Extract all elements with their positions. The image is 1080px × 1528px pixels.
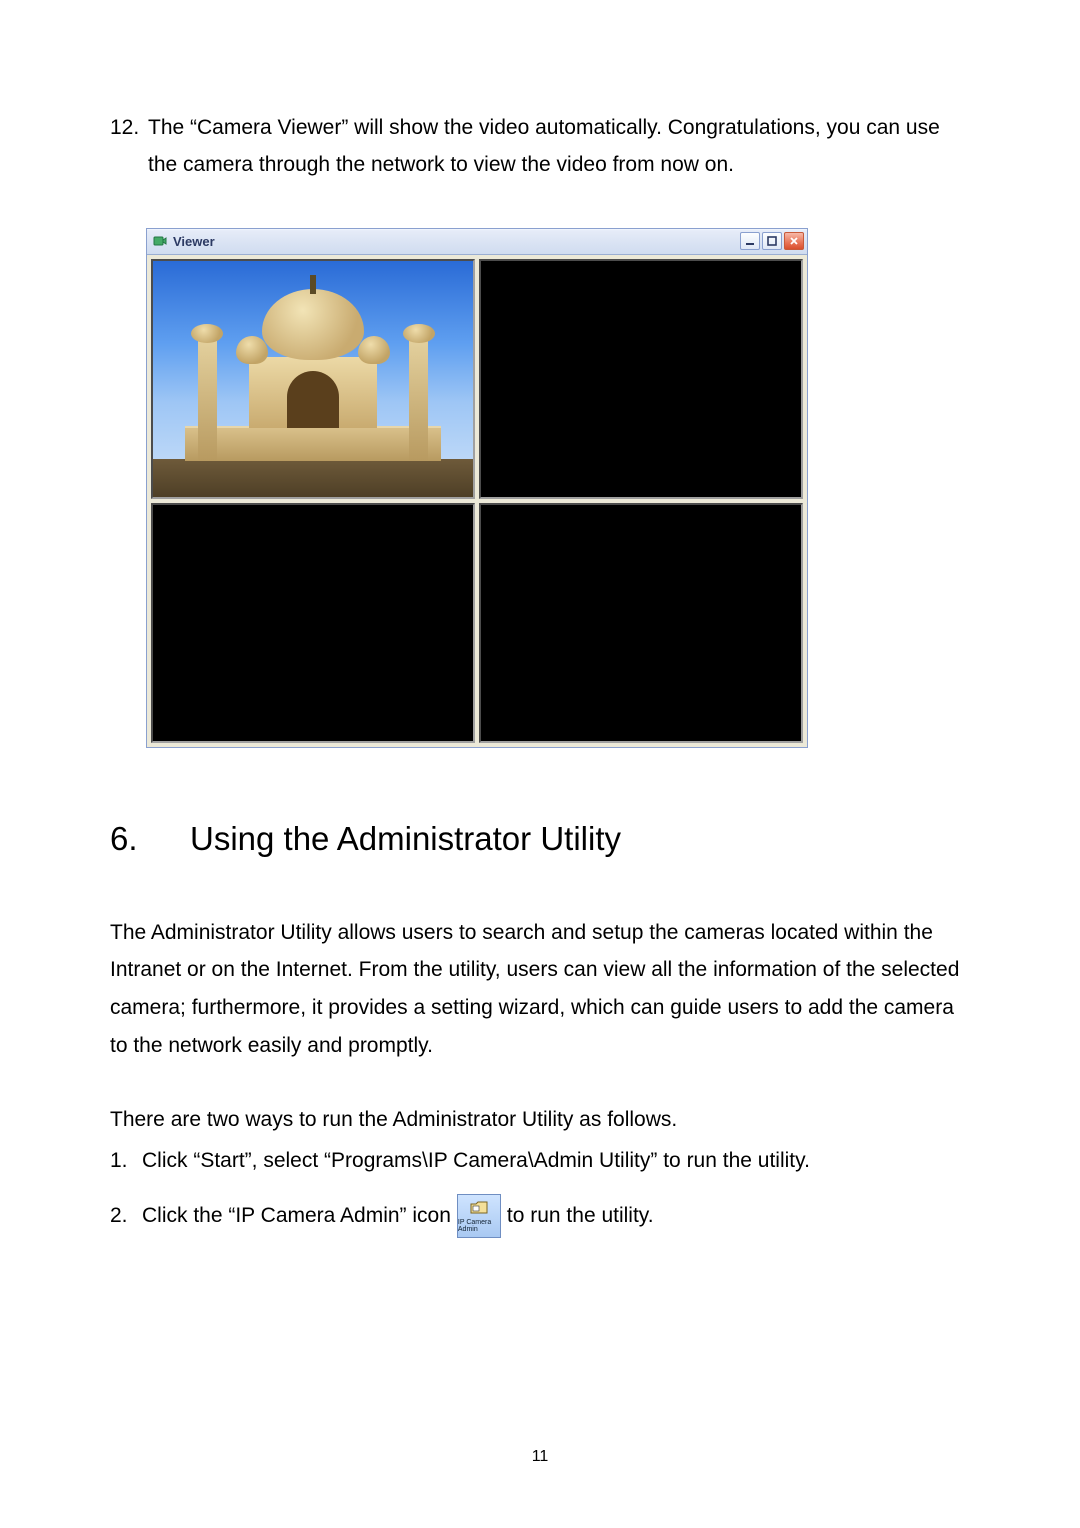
list-item-2-text-pre: Click the “IP Camera Admin” icon — [142, 1197, 451, 1235]
camera-pane-1 — [151, 259, 475, 499]
folder-icon — [470, 1200, 488, 1219]
camera-pane-4 — [479, 503, 803, 743]
list-item-2: 2. Click the “IP Camera Admin” icon IP C… — [110, 1194, 970, 1238]
camera-feed-image — [153, 261, 473, 497]
list-item-1-text: Click “Start”, select “Programs\IP Camer… — [142, 1142, 810, 1180]
list-item-1-number: 1. — [110, 1142, 142, 1180]
viewer-grid — [151, 259, 803, 743]
viewer-window: Viewer — [146, 228, 808, 748]
section-title: Using the Administrator Utility — [190, 820, 621, 858]
section-heading: 6. Using the Administrator Utility — [110, 820, 970, 858]
ip-camera-admin-icon-label: IP Camera Admin — [458, 1219, 500, 1233]
viewer-body — [147, 255, 807, 747]
window-controls — [740, 232, 804, 250]
ordered-list: 1. Click “Start”, select “Programs\IP Ca… — [110, 1142, 970, 1238]
page-number: 11 — [0, 1448, 1080, 1466]
section-paragraph-2: There are two ways to run the Administra… — [110, 1101, 970, 1139]
minimize-button[interactable] — [740, 232, 760, 250]
viewer-title: Viewer — [173, 234, 740, 249]
viewer-app-icon — [153, 234, 167, 248]
step-12: 12. The “Camera Viewer” will show the vi… — [110, 110, 970, 184]
document-page: 12. The “Camera Viewer” will show the vi… — [0, 0, 1080, 1528]
list-item-1: 1. Click “Start”, select “Programs\IP Ca… — [110, 1142, 970, 1180]
viewer-titlebar: Viewer — [147, 229, 807, 255]
section-paragraph-1: The Administrator Utility allows users t… — [110, 914, 970, 1065]
maximize-button[interactable] — [762, 232, 782, 250]
section-number: 6. — [110, 820, 190, 858]
list-item-2-number: 2. — [110, 1197, 142, 1235]
list-item-2-text-post: to run the utility. — [507, 1197, 654, 1235]
close-button[interactable] — [784, 232, 804, 250]
camera-pane-3 — [151, 503, 475, 743]
camera-pane-2 — [479, 259, 803, 499]
step-12-number: 12. — [110, 110, 148, 184]
step-12-text: The “Camera Viewer” will show the video … — [148, 110, 970, 184]
ip-camera-admin-icon: IP Camera Admin — [457, 1194, 501, 1238]
